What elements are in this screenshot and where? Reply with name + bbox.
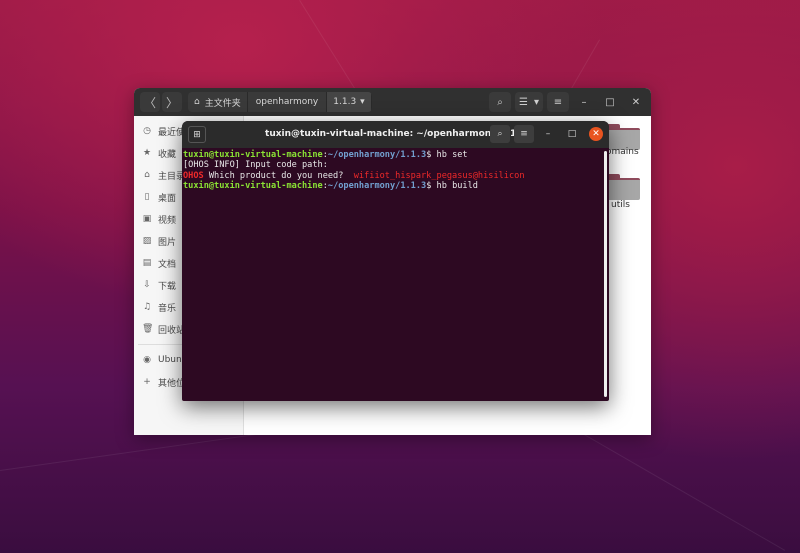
output-text: [OHOS INFO] Input code path: [183, 160, 328, 171]
terminal-maximize-button[interactable]: □ [562, 125, 582, 143]
command-text: $ hb set [426, 150, 468, 160]
maximize-icon: □ [567, 129, 577, 139]
sidebar-item-label: 视频 [158, 215, 177, 226]
close-icon: ✕ [592, 129, 600, 139]
path-bar: ⌂ 主文件夹 openharmony 1.1.3 ▾ [188, 92, 372, 112]
maximize-button[interactable]: □ [599, 92, 621, 112]
minimize-icon: – [581, 96, 587, 108]
question-text: Which product do you need? [203, 170, 354, 181]
back-button[interactable]: 〈 [140, 92, 160, 112]
file-manager-headerbar: 〈 〉 ⌂ 主文件夹 openharmony 1.1.3 ▾ ⌕ ☰ ▾ ≡ – … [134, 88, 651, 116]
terminal-headerbar: ⊞ tuxin@tuxin-virtual-machine: ~/openhar… [182, 121, 609, 148]
disc-icon: ◉ [143, 355, 151, 365]
list-view-icon: ☰ [519, 96, 528, 108]
close-button[interactable]: ✕ [625, 92, 647, 112]
folder-label[interactable]: utils [611, 200, 630, 210]
music-icon: ♫ [142, 302, 152, 312]
minimize-button[interactable]: – [573, 92, 595, 112]
chevron-right-icon: 〉 [165, 95, 178, 110]
prompt-user: tuxin@tuxin-virtual-machine [183, 150, 323, 160]
minimize-icon: – [545, 129, 551, 139]
terminal-menu-button[interactable]: ≡ [514, 125, 534, 143]
sidebar-item-label: 桌面 [158, 193, 177, 204]
product-answer: wifiiot_hispark_pegasus@hisilicon [353, 170, 525, 181]
sidebar-item-label: 音乐 [158, 303, 177, 314]
terminal-minimize-button[interactable]: – [538, 125, 558, 143]
chevron-left-icon: 〈 [143, 95, 156, 110]
terminal-line: OHOS Which product do you need? wifiiot_… [183, 171, 602, 181]
terminal-line: tuxin@tuxin-virtual-machine:~/openharmon… [183, 150, 602, 160]
wallpaper-line [559, 420, 786, 551]
hamburger-icon: ≡ [553, 96, 563, 108]
sidebar-item-label: 收藏 [158, 149, 177, 160]
new-tab-button[interactable]: ⊞ [188, 126, 206, 143]
sidebar-item-label: 回收站 [158, 325, 186, 336]
trash-icon: 🗑 [142, 324, 154, 334]
desktop-icon: ▯ [144, 192, 150, 202]
star-icon: ★ [142, 148, 152, 158]
menu-button[interactable]: ≡ [547, 92, 569, 112]
view-list-button[interactable]: ☰ ▾ [515, 92, 543, 112]
maximize-icon: □ [605, 96, 615, 108]
close-icon: ✕ [631, 96, 641, 108]
dropdown-arrow-icon: ▾ [360, 97, 365, 107]
terminal-line: tuxin@tuxin-virtual-machine:~/openharmon… [183, 181, 602, 191]
ohos-tag: OHOS [183, 170, 204, 181]
sidebar-item-label: 下载 [158, 281, 177, 292]
plus-icon: + [143, 377, 151, 387]
download-icon: ⇩ [143, 280, 151, 290]
picture-icon: ▨ [142, 236, 152, 246]
search-icon: ⌕ [497, 96, 503, 108]
terminal-search-button[interactable]: ⌕ [490, 125, 510, 143]
search-button[interactable]: ⌕ [489, 92, 511, 112]
path-segment-openharmony[interactable]: openharmony [248, 92, 328, 112]
path-home-label: 主文件夹 [204, 98, 241, 109]
sidebar-item-label: 主目录 [158, 171, 186, 182]
prompt-path: ~/openharmony/1.1.3 [327, 181, 427, 192]
forward-button[interactable]: 〉 [162, 92, 182, 112]
view-dropdown-icon: ▾ [533, 96, 539, 108]
home-icon: ⌂ [144, 170, 150, 180]
sidebar-item-label: 其他位 [158, 378, 186, 389]
terminal-line: [OHOS INFO] Input code path: [183, 160, 602, 170]
folder-label[interactable]: omains [606, 147, 639, 157]
home-icon: ⌂ [194, 97, 200, 107]
terminal-scrollbar[interactable] [604, 151, 607, 397]
path-segment-current[interactable]: 1.1.3 ▾ [327, 92, 372, 112]
terminal-window[interactable]: ⊞ tuxin@tuxin-virtual-machine: ~/openhar… [182, 121, 609, 401]
terminal-output[interactable]: tuxin@tuxin-virtual-machine:~/openharmon… [182, 148, 603, 401]
clock-icon: ◷ [143, 126, 151, 136]
search-icon: ⌕ [497, 129, 503, 139]
video-icon: ▣ [142, 214, 152, 224]
document-icon: ▤ [142, 258, 152, 268]
sidebar-item-label: 文档 [158, 259, 177, 270]
folder-icon[interactable] [606, 174, 640, 200]
terminal-close-button[interactable]: ✕ [589, 127, 603, 141]
path-home-button[interactable]: ⌂ 主文件夹 [188, 92, 248, 112]
new-tab-icon: ⊞ [193, 129, 201, 140]
prompt-user: tuxin@tuxin-virtual-machine [183, 181, 323, 192]
sidebar-item-label: 最近使 [158, 127, 186, 138]
prompt-path: ~/openharmony/1.1.3 [327, 150, 427, 160]
command-text: $ hb build [426, 181, 478, 192]
hamburger-icon: ≡ [520, 129, 528, 139]
sidebar-item-label: 图片 [158, 237, 177, 248]
